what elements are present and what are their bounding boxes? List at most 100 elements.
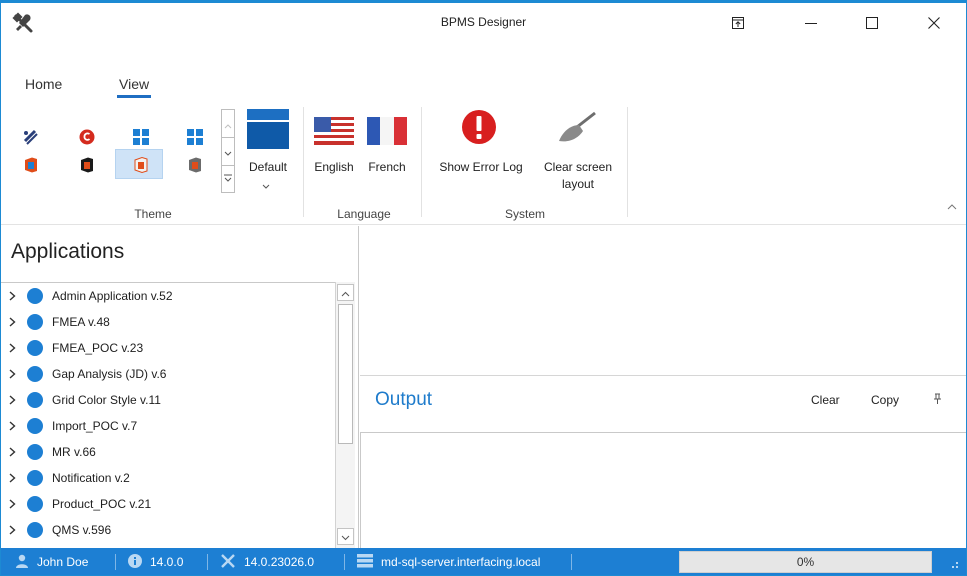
output-copy-button[interactable]: Copy xyxy=(871,393,899,407)
scroll-down-button[interactable] xyxy=(337,528,354,545)
application-item[interactable]: Import_POC v.7 xyxy=(1,413,335,439)
application-item[interactable]: Gap Analysis (JD) v.6 xyxy=(1,361,335,387)
application-item[interactable]: FMEA_POC v.23 xyxy=(1,335,335,361)
application-item[interactable]: FMEA v.48 xyxy=(1,309,335,335)
application-item[interactable]: Admin Application v.52 xyxy=(1,283,335,309)
chevron-right-icon[interactable] xyxy=(1,499,23,509)
bpms-designer-window: BPMS Designer Home View Default Theme En… xyxy=(0,0,967,576)
bezier-icon[interactable] xyxy=(23,129,39,148)
output-clear-button[interactable]: Clear xyxy=(811,393,840,407)
applications-title: Applications xyxy=(11,240,125,263)
office-orange-icon[interactable] xyxy=(23,157,39,176)
status-bar: John Doe 14.0.0 14.0.23026.0 md-sql-serv… xyxy=(1,548,966,575)
application-item[interactable]: Grid Color Style v.11 xyxy=(1,387,335,413)
maximize-button[interactable] xyxy=(849,3,895,43)
restore-ribbon-button[interactable] xyxy=(715,3,761,43)
chevron-down-icon[interactable] xyxy=(262,179,270,193)
chevron-right-icon[interactable] xyxy=(1,343,23,353)
theme-gallery xyxy=(9,107,219,195)
application-icon xyxy=(27,340,43,356)
application-icon xyxy=(27,496,43,512)
application-label: Grid Color Style v.11 xyxy=(52,393,161,407)
output-title: Output xyxy=(375,389,433,410)
database-icon xyxy=(357,553,373,571)
status-version: 14.0.0 xyxy=(128,548,183,575)
us-flag-icon[interactable] xyxy=(314,117,354,148)
clear-screen-label-line2[interactable]: layout xyxy=(535,177,621,191)
application-icon xyxy=(27,444,43,460)
application-item[interactable]: MR v.66 xyxy=(1,439,335,465)
chevron-right-icon[interactable] xyxy=(1,447,23,457)
office-black-icon[interactable] xyxy=(79,157,95,176)
minimize-button[interactable] xyxy=(788,3,834,43)
chevron-down-icon[interactable] xyxy=(224,146,232,160)
error-log-icon[interactable] xyxy=(461,109,497,148)
close-button[interactable] xyxy=(911,3,957,43)
application-icon xyxy=(27,522,43,538)
application-icon xyxy=(27,470,43,486)
application-label: Import_POC v.7 xyxy=(52,419,138,433)
application-label: Notification v.2 xyxy=(52,471,130,485)
scroll-thumb[interactable] xyxy=(338,304,353,444)
tab-view[interactable]: View xyxy=(116,76,152,98)
application-icon xyxy=(27,314,43,330)
chevron-right-icon[interactable] xyxy=(1,421,23,431)
language-group-label: Language xyxy=(337,207,391,221)
application-label: Product_POC v.21 xyxy=(52,497,152,511)
windows-blue-icon[interactable] xyxy=(133,129,149,148)
close-icon xyxy=(928,17,940,29)
english-button-label[interactable]: English xyxy=(310,160,358,174)
application-label: Admin Application v.52 xyxy=(52,289,173,303)
output-header: Output Clear Copy xyxy=(360,377,966,431)
clear-screen-label-line1[interactable]: Clear screen xyxy=(535,160,621,174)
application-item[interactable]: Notification v.2 xyxy=(1,465,335,491)
application-item[interactable]: Product_POC v.21 xyxy=(1,491,335,517)
default-theme-label[interactable]: Default xyxy=(239,160,297,174)
applications-scrollbar[interactable] xyxy=(335,282,355,548)
default-theme-icon[interactable] xyxy=(247,109,289,152)
office-red-icon[interactable] xyxy=(79,129,95,148)
gallery-expand-icon[interactable] xyxy=(224,172,232,186)
chevron-right-icon[interactable] xyxy=(1,473,23,483)
theme-gallery-scroll[interactable] xyxy=(221,109,235,193)
tools-icon xyxy=(220,553,236,572)
chevron-right-icon[interactable] xyxy=(1,291,23,301)
minimize-icon xyxy=(805,17,817,29)
france-flag-icon[interactable] xyxy=(367,117,407,148)
broom-icon[interactable] xyxy=(555,111,599,150)
system-group-label: System xyxy=(504,207,545,221)
tab-home[interactable]: Home xyxy=(25,76,62,92)
info-icon xyxy=(128,553,142,571)
chevron-down-icon xyxy=(341,530,350,544)
application-item[interactable]: QMS v.596 xyxy=(1,517,335,543)
chevron-right-icon[interactable] xyxy=(1,395,23,405)
application-label: FMEA v.48 xyxy=(52,315,110,329)
show-error-log-label[interactable]: Show Error Log xyxy=(431,160,531,174)
pin-icon[interactable] xyxy=(933,393,942,408)
office-white-icon[interactable] xyxy=(133,156,149,176)
collapse-ribbon-icon[interactable] xyxy=(947,199,957,213)
application-icon xyxy=(27,366,43,382)
output-content[interactable] xyxy=(360,432,966,548)
application-label: QMS v.596 xyxy=(52,523,112,537)
chevron-right-icon[interactable] xyxy=(1,369,23,379)
group-divider xyxy=(303,107,304,217)
group-divider xyxy=(627,107,628,217)
resize-grip-icon[interactable] xyxy=(947,557,959,572)
title-bar: BPMS Designer xyxy=(1,3,966,43)
status-build: 14.0.23026.0 xyxy=(220,548,314,575)
ribbon-tabs: Home View xyxy=(1,73,966,103)
application-label: MR v.66 xyxy=(52,445,96,459)
chevron-right-icon[interactable] xyxy=(1,525,23,535)
french-button-label[interactable]: French xyxy=(363,160,411,174)
server-name: md-sql-server.interfacing.local xyxy=(381,555,541,569)
application-label: Gap Analysis (JD) v.6 xyxy=(52,367,167,381)
windows-blue-icon[interactable] xyxy=(187,129,203,148)
progress-bar: 0% xyxy=(679,551,932,573)
scroll-up-button[interactable] xyxy=(337,284,354,301)
chevron-right-icon[interactable] xyxy=(1,317,23,327)
application-icon xyxy=(27,392,43,408)
restore-ribbon-icon xyxy=(732,17,744,29)
chevron-up-icon[interactable] xyxy=(224,118,232,132)
office-gray-icon[interactable] xyxy=(187,157,203,176)
